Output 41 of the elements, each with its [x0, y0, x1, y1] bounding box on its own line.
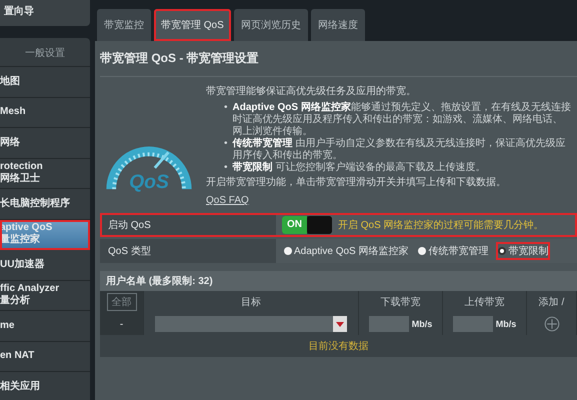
- tab[interactable]: 网络速度: [310, 9, 365, 41]
- instruction-text: 开启带宽管理功能，单击带宽管理滑动开关并填写上传和下载数据。: [206, 177, 507, 189]
- bullet-marker: •: [224, 138, 228, 151]
- note-text: 开启 QoS 网络监控家的过程可能需要几分钟。: [338, 218, 544, 232]
- sidebar-item[interactable]: 相关应用: [0, 372, 90, 400]
- sidebar-item[interactable]: me: [0, 311, 90, 342]
- section-title: 一般设置: [0, 38, 90, 67]
- setting-label: 启动 QoS: [107, 218, 152, 232]
- sidebar-item[interactable]: rotection 网络卫士: [0, 158, 90, 189]
- page-title: 带宽管理 QoS - 带宽管理设置: [100, 41, 577, 77]
- bullet-text: 传统带宽管理 由用户手动自定义参数在有线及无线连接时，保证高优先级应用序传入和传出的带宽。: [232, 138, 566, 161]
- unit-label: Mb/s: [412, 319, 432, 329]
- tab[interactable]: 带宽监控: [97, 9, 151, 41]
- sidebar-item[interactable]: en NAT: [0, 342, 90, 372]
- sidebar-item[interactable]: Mesh: [0, 98, 90, 128]
- column-header: 目标: [144, 291, 359, 313]
- row-index: -: [100, 313, 144, 335]
- bullet-text: 带宽限制 可让您控制客户端设备的最高下载及上传速度。: [232, 162, 486, 174]
- bullet-marker: •: [224, 102, 228, 115]
- radio-option[interactable]: Adaptive QoS 网络监控家: [282, 242, 410, 260]
- empty-message: 目前没有数据: [308, 340, 370, 354]
- unit-label: Mb/s: [496, 319, 516, 329]
- column-header: 下载带宽: [359, 291, 443, 313]
- intro-text: 带宽管理能够保证高优先级任务及应用的带宽。: [206, 86, 417, 98]
- radio-option[interactable]: 带宽限制: [496, 242, 550, 260]
- select-all-button[interactable]: 全部: [106, 293, 136, 311]
- setting-label: QoS 类型: [107, 244, 152, 258]
- sidebar-item[interactable]: UU加速器: [0, 250, 90, 280]
- tab[interactable]: 带宽管理 QoS: [154, 9, 231, 41]
- tab[interactable]: 网页浏览历史: [234, 9, 308, 41]
- sidebar-item[interactable]: ffic Analyzer 量分析: [0, 280, 90, 311]
- column-header: 上传带宽: [443, 291, 527, 313]
- sidebar-item[interactable]: 地图: [0, 67, 90, 98]
- bullet-marker: •: [224, 162, 228, 174]
- column-header: 添加 /: [527, 291, 577, 313]
- sidebar-item[interactable]: 置向导: [0, 0, 90, 26]
- bullet-text: Adaptive QoS 网络监控家能够通过预先定义、拖放设置，在有线及无线连接时证高优先级应用及程序传入和传出的带宽：如游戏、流媒体、网络电话、网上浏览件传输。: [232, 102, 571, 137]
- faq-link[interactable]: QoS FAQ: [206, 195, 249, 207]
- radio-option[interactable]: 传统带宽管理: [416, 242, 490, 260]
- table-title: 用户名单 (最多限制: 32): [100, 271, 577, 291]
- sidebar-item[interactable]: 网络: [0, 128, 90, 158]
